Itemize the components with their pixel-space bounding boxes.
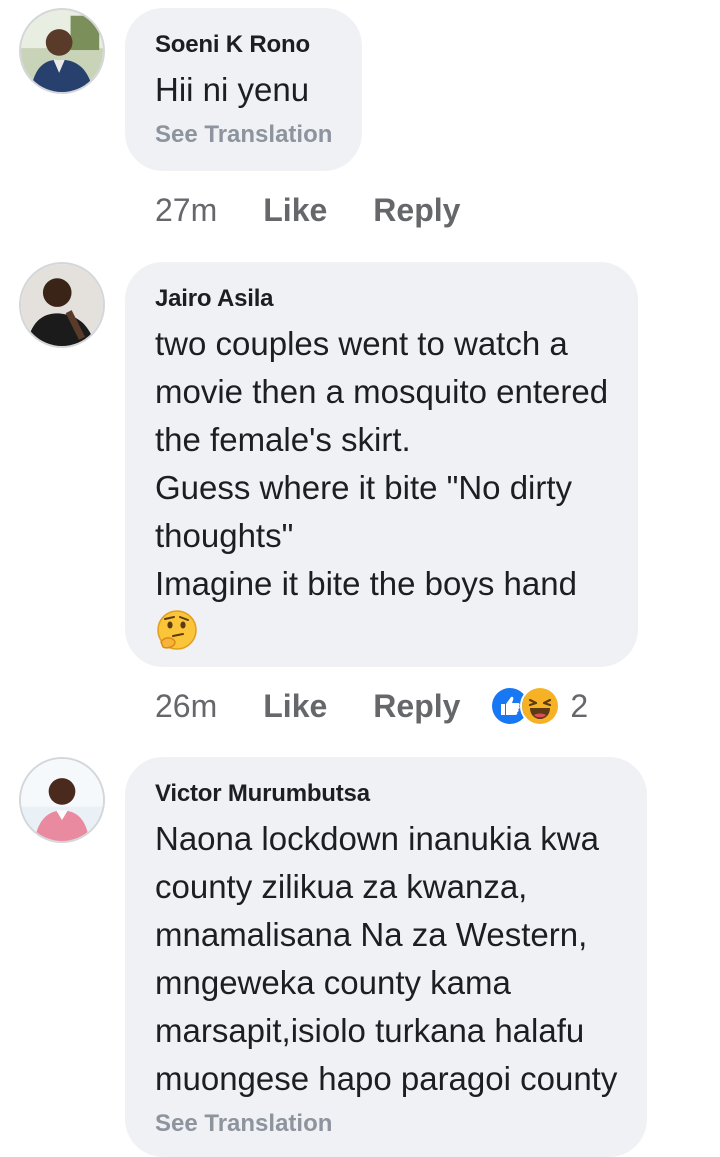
comment-line: Guess where it bite "No dirty	[155, 469, 573, 506]
comment-author[interactable]: Jairo Asila	[155, 284, 608, 314]
like-button[interactable]: Like	[263, 192, 327, 229]
comment-meta: 26m Like Reply 2	[155, 686, 588, 726]
avatar[interactable]	[19, 8, 105, 94]
comment-timestamp[interactable]: 26m	[155, 688, 217, 725]
see-translation-link[interactable]: See Translation	[155, 120, 332, 150]
reaction-count: 2	[570, 687, 589, 724]
comment-text: Hii ni yenu	[155, 66, 332, 114]
comment-line: mnamalisana Na za Western,	[155, 916, 588, 953]
comment-bubble[interactable]: Soeni K Rono Hii ni yenu See Translation	[125, 8, 363, 171]
comment-line: marsapit,isiolo turkana halafu	[155, 1012, 585, 1049]
comment-author[interactable]: Soeni K Rono	[155, 30, 332, 60]
comment-line: Naona lockdown inanukia kwa	[155, 820, 599, 857]
reply-button[interactable]: Reply	[373, 192, 460, 229]
thinking-face-icon	[155, 608, 608, 652]
comment-line: Hii ni yenu	[155, 71, 310, 108]
comment-timestamp[interactable]: 27m	[155, 192, 217, 229]
avatar[interactable]	[19, 262, 105, 348]
like-button[interactable]: Like	[263, 688, 327, 725]
avatar-photo	[21, 264, 103, 346]
haha-icon	[520, 686, 561, 726]
avatar-photo	[21, 759, 103, 841]
comment-line: mngeweka county kama	[155, 964, 511, 1001]
see-translation-link[interactable]: See Translation	[155, 1109, 617, 1139]
comment-meta: 27m Like Reply	[155, 190, 506, 230]
comment-line: muongese hapo paragoi county	[155, 1060, 618, 1097]
comment-line: Imagine it bite the boys hand	[155, 565, 577, 602]
comment-author[interactable]: Victor Murumbutsa	[155, 779, 617, 809]
comment-line: two couples went to watch a	[155, 325, 568, 362]
comment-text: Naona lockdown inanukia kwa county zilik…	[155, 815, 617, 1103]
comment-line: county zilikua za kwanza,	[155, 868, 528, 905]
avatar-photo	[21, 10, 103, 92]
reaction-summary[interactable]: 2	[490, 686, 588, 726]
comment-line: movie then a mosquito entered	[155, 373, 609, 410]
comment-line: the female's skirt.	[155, 421, 411, 458]
comment-text: two couples went to watch a movie then a…	[155, 320, 608, 652]
comment-line: thoughts"	[155, 517, 294, 554]
comment-bubble[interactable]: Victor Murumbutsa Naona lockdown inanuki…	[125, 757, 648, 1157]
comment-bubble[interactable]: Jairo Asila two couples went to watch a …	[125, 262, 639, 667]
avatar[interactable]	[19, 757, 105, 843]
reply-button[interactable]: Reply	[373, 688, 460, 725]
